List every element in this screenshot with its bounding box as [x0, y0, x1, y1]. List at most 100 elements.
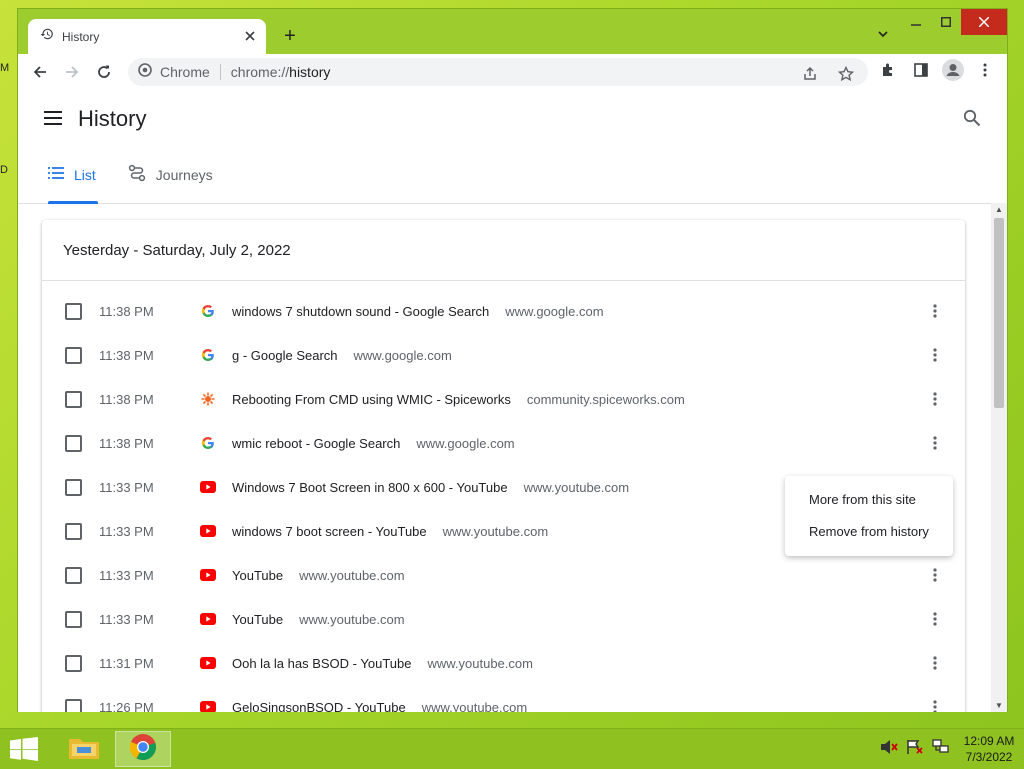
hamburger-menu-icon[interactable] — [44, 111, 62, 130]
chrome-logo-icon — [138, 62, 152, 82]
menu-item-remove-from-history[interactable]: Remove from history — [809, 524, 929, 539]
history-row[interactable]: 11:38 PM wmic reboot - Google Search www.g… — [42, 421, 965, 465]
history-row[interactable]: 11:38 PM windows 7 shutdown sound - Googl… — [42, 289, 965, 333]
row-title-link[interactable]: windows 7 boot screen - YouTube www.youtu… — [232, 524, 548, 539]
row-time: 11:38 PM — [99, 347, 154, 363]
row-title: Ooh la la has BSOD - YouTube — [232, 655, 412, 671]
row-title-link[interactable]: GeloSingsonBSOD - YouTube www.youtube.com — [232, 700, 527, 713]
menu-item-more-from-site[interactable]: More from this site — [809, 492, 916, 507]
page-header: History List Journeys — [18, 90, 1007, 204]
google-icon — [200, 347, 216, 363]
row-checkbox[interactable] — [65, 302, 82, 320]
journeys-icon — [128, 164, 146, 187]
history-row[interactable]: 11:38 PM Rebooting From CMD using WMIC - … — [42, 377, 965, 421]
row-checkbox[interactable] — [65, 390, 82, 408]
google-icon — [200, 435, 216, 451]
row-title-link[interactable]: g - Google Search www.google.com — [232, 348, 452, 363]
history-tabs: List Journeys — [48, 156, 245, 204]
extensions-puzzle-icon[interactable] — [877, 58, 901, 82]
action-center-flag-icon[interactable] — [906, 739, 924, 760]
row-title-link[interactable]: YouTube www.youtube.com — [232, 612, 405, 627]
history-row[interactable]: 11:33 PM YouTube www.youtube.com — [42, 597, 965, 641]
more-actions-icon[interactable] — [925, 697, 945, 712]
row-title-link[interactable]: Rebooting From CMD using WMIC - Spicewor… — [232, 392, 685, 407]
row-time: 11:38 PM — [99, 303, 154, 319]
history-row[interactable]: 11:26 PM GeloSingsonBSOD - YouTube www.you… — [42, 685, 965, 712]
tab-list[interactable]: List — [48, 156, 98, 204]
history-row[interactable]: 11:33 PM YouTube www.youtube.com — [42, 553, 965, 597]
history-card: Yesterday - Saturday, July 2, 2022 11:38… — [42, 220, 965, 712]
row-title-link[interactable]: wmic reboot - Google Search www.google.co… — [232, 436, 515, 451]
more-actions-icon[interactable] — [925, 345, 945, 365]
row-title-link[interactable]: YouTube www.youtube.com — [232, 568, 405, 583]
row-title-link[interactable]: Ooh la la has BSOD - YouTube www.youtube.… — [232, 656, 533, 671]
bookmark-star-icon[interactable] — [834, 62, 858, 86]
row-title-link[interactable]: Windows 7 Boot Screen in 800 x 600 - You… — [232, 480, 629, 495]
side-panel-icon[interactable] — [909, 58, 933, 82]
volume-muted-icon[interactable] — [880, 739, 898, 760]
history-page: History List Journeys Yesterday - Saturd… — [18, 90, 1007, 712]
omnibox-site-chip: Chrome — [160, 64, 210, 80]
row-checkbox[interactable] — [65, 610, 82, 628]
row-checkbox[interactable] — [65, 654, 82, 672]
url-scheme: chrome:// — [230, 64, 290, 80]
back-button[interactable] — [24, 56, 56, 88]
taskbar-chrome[interactable] — [115, 731, 171, 767]
taskbar-file-explorer[interactable] — [56, 731, 112, 767]
new-tab-button[interactable]: + — [278, 24, 302, 48]
maximize-button[interactable] — [931, 9, 961, 35]
history-row[interactable]: 11:38 PM g - Google Search www.google.com — [42, 333, 965, 377]
tab-close-icon[interactable] — [244, 29, 256, 45]
scrollbar[interactable]: ▲ ▼ — [991, 203, 1007, 712]
row-time: 11:33 PM — [99, 479, 154, 495]
more-actions-icon[interactable] — [925, 609, 945, 629]
row-time: 11:33 PM — [99, 523, 154, 539]
taskbar-clock[interactable]: 12:09 AM 7/3/2022 — [954, 733, 1024, 765]
row-checkbox[interactable] — [65, 478, 82, 496]
row-domain: www.youtube.com — [523, 479, 630, 495]
desktop-icon-label-fragment: D — [0, 164, 8, 176]
row-checkbox[interactable] — [65, 522, 82, 540]
scroll-down-arrow-icon[interactable]: ▼ — [995, 701, 1003, 710]
row-domain: www.youtube.com — [442, 523, 549, 539]
taskbar: 12:09 AM 7/3/2022 — [0, 728, 1024, 769]
row-checkbox[interactable] — [65, 566, 82, 584]
google-icon — [200, 303, 216, 319]
forward-button[interactable] — [56, 56, 88, 88]
windows-start-icon[interactable] — [10, 737, 38, 766]
row-checkbox[interactable] — [65, 698, 82, 712]
tab-journeys-label: Journeys — [155, 167, 213, 183]
scroll-up-arrow-icon[interactable]: ▲ — [995, 205, 1003, 214]
omnibox-url: chrome://history — [231, 64, 331, 80]
omnibox-actions — [798, 62, 858, 86]
row-domain: www.google.com — [505, 303, 604, 319]
more-actions-icon[interactable] — [925, 389, 945, 409]
network-icon[interactable] — [932, 738, 950, 760]
clock-date: 7/3/2022 — [965, 750, 1013, 764]
row-checkbox[interactable] — [65, 346, 82, 364]
tab-history[interactable]: History — [28, 19, 266, 54]
more-actions-icon[interactable] — [925, 301, 945, 321]
row-checkbox[interactable] — [65, 434, 82, 452]
close-window-button[interactable] — [961, 9, 1007, 35]
scrollbar-thumb[interactable] — [994, 218, 1004, 408]
tab-title: History — [62, 29, 100, 44]
tab-search-chevron-icon[interactable] — [876, 27, 892, 43]
reload-button[interactable] — [88, 56, 120, 88]
row-title-link[interactable]: windows 7 shutdown sound - Google Search… — [232, 304, 604, 319]
youtube-icon — [200, 567, 216, 583]
row-time: 11:31 PM — [99, 655, 154, 671]
history-row[interactable]: 11:31 PM Ooh la la has BSOD - YouTube www.… — [42, 641, 965, 685]
more-actions-icon[interactable] — [925, 433, 945, 453]
folder-icon — [68, 733, 100, 766]
more-actions-icon[interactable] — [925, 653, 945, 673]
more-actions-icon[interactable] — [925, 565, 945, 585]
search-icon[interactable] — [963, 109, 981, 132]
kebab-menu-icon[interactable] — [973, 58, 997, 82]
youtube-icon — [200, 699, 216, 712]
share-icon[interactable] — [798, 62, 822, 86]
profile-avatar-icon[interactable] — [941, 58, 965, 82]
tab-journeys[interactable]: Journeys — [128, 156, 213, 194]
minimize-button[interactable] — [901, 9, 931, 35]
address-bar[interactable]: Chrome chrome://history — [128, 58, 868, 86]
